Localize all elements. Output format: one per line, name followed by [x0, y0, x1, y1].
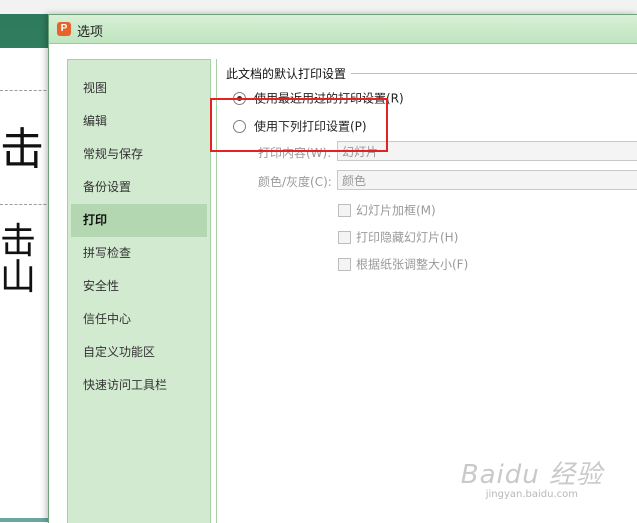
print-content-label: 打印内容(W): — [258, 146, 332, 160]
radio-label: 使用最近用过的打印设置(R) — [254, 91, 404, 106]
sidebar-item-edit[interactable]: 编辑 — [71, 105, 207, 138]
sidebar-item-print[interactable]: 打印 — [71, 204, 207, 237]
dialog-title: 选项 — [77, 25, 104, 40]
radio-use-recent[interactable]: 使用最近用过的打印设置(R) — [233, 89, 404, 107]
checkbox-icon[interactable] — [338, 231, 351, 244]
radio-unchecked-icon[interactable] — [233, 120, 246, 133]
checkbox-fit-paper[interactable]: 根据纸张调整大小(F) — [338, 256, 468, 272]
baidu-watermark: Baidu 经验 jingyan.baidu.com — [461, 454, 603, 500]
checkbox-label: 幻灯片加框(M) — [356, 203, 436, 218]
checkbox-label: 打印隐藏幻灯片(H) — [356, 230, 459, 245]
radio-checked-icon[interactable] — [233, 92, 246, 105]
background-window-strip — [0, 0, 637, 14]
options-dialog: P 选项 视图 编辑 常规与保存 备份设置 打印 拼写检查 安全性 信任中心 自… — [48, 14, 637, 523]
sidebar-item-trust-center[interactable]: 信任中心 — [71, 303, 207, 336]
sidebar-item-backup[interactable]: 备份设置 — [71, 171, 207, 204]
watermark-logo: Baidu 经验 — [460, 460, 603, 490]
slide-text-fragment: 击 — [0, 124, 44, 175]
app-logo-icon: P — [57, 22, 71, 36]
sidebar-item-quick-access-toolbar[interactable]: 快速访问工具栏 — [71, 369, 207, 402]
group-divider — [351, 73, 637, 74]
radio-label: 使用下列打印设置(P) — [254, 119, 367, 134]
checkbox-icon[interactable] — [338, 258, 351, 271]
color-label: 颜色/灰度(C): — [258, 175, 332, 189]
print-content-select[interactable]: 幻灯片 — [337, 141, 637, 161]
radio-use-following[interactable]: 使用下列打印设置(P) — [233, 117, 367, 135]
sidebar-item-security[interactable]: 安全性 — [71, 270, 207, 303]
sidebar-item-view[interactable]: 视图 — [71, 72, 207, 105]
sidebar-item-general-save[interactable]: 常规与保存 — [71, 138, 207, 171]
options-sidebar: 视图 编辑 常规与保存 备份设置 打印 拼写检查 安全性 信任中心 自定义功能区… — [67, 59, 211, 523]
checkbox-print-hidden[interactable]: 打印隐藏幻灯片(H) — [338, 229, 458, 245]
sidebar-item-spelling[interactable]: 拼写检查 — [71, 237, 207, 270]
group-title: 此文档的默认打印设置 — [226, 67, 347, 81]
dialog-titlebar[interactable]: P 选项 — [49, 15, 637, 44]
checkbox-frame-slides[interactable]: 幻灯片加框(M) — [338, 202, 436, 218]
checkbox-icon[interactable] — [338, 204, 351, 217]
checkbox-label: 根据纸张调整大小(F) — [356, 257, 469, 272]
sidebar-item-customize-ribbon[interactable]: 自定义功能区 — [71, 336, 207, 369]
color-select[interactable]: 颜色 — [337, 170, 637, 190]
